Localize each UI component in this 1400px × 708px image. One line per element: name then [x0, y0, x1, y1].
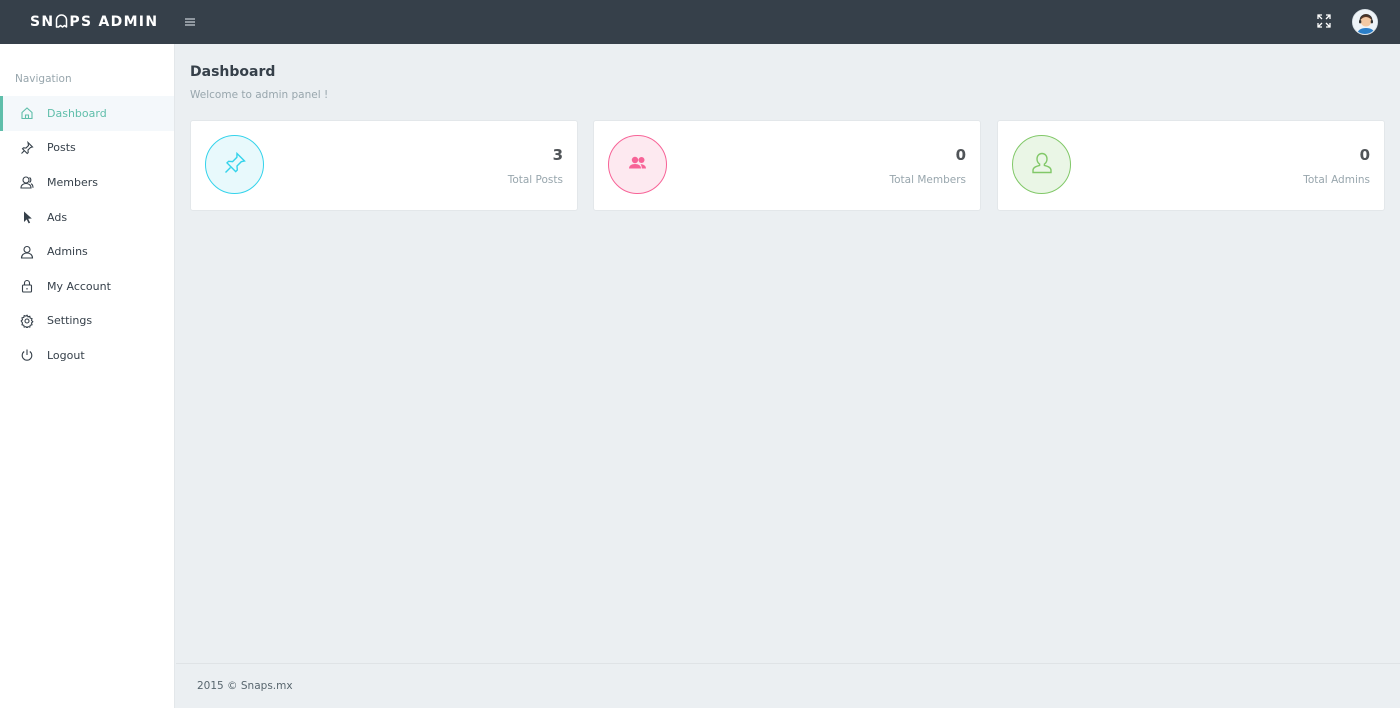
sidebar-item-label: My Account	[47, 279, 111, 293]
ghost-icon	[55, 2, 68, 46]
gear-icon	[20, 314, 34, 328]
sidebar-item-label: Dashboard	[47, 106, 107, 120]
sidebar-item-admins[interactable]: Admins	[0, 234, 174, 269]
power-icon	[20, 348, 34, 362]
page-title: Dashboard	[190, 64, 276, 80]
stat-icon-circle	[608, 135, 667, 194]
pin-icon	[223, 151, 247, 179]
hamburger-icon[interactable]	[182, 14, 198, 30]
nav-list: Dashboard Posts Members Ads Admins My Ac…	[0, 96, 174, 373]
expand-icon[interactable]	[1316, 13, 1332, 29]
stat-label: Total Admins	[1303, 174, 1370, 186]
sidebar-item-settings[interactable]: Settings	[0, 304, 174, 339]
users-icon	[626, 151, 650, 179]
stat-icon-circle	[205, 135, 264, 194]
user-icon	[1029, 150, 1055, 180]
brand-logo[interactable]: SN PS ADMIN	[30, 0, 158, 44]
stat-label: Total Posts	[507, 174, 563, 186]
stat-card-posts: 3 Total Posts	[190, 120, 578, 211]
footer-copyright: 2015 © Snaps.mx	[197, 680, 293, 692]
sidebar-item-members[interactable]: Members	[0, 165, 174, 200]
main-content: Dashboard Welcome to admin panel ! 3 Tot…	[176, 44, 1400, 664]
user-avatar[interactable]	[1352, 9, 1378, 35]
user-group-icon	[20, 175, 34, 190]
stat-value: 0	[1359, 146, 1370, 164]
stat-value: 3	[552, 146, 563, 164]
pin-icon	[20, 140, 34, 155]
nav-section-title: Navigation	[15, 73, 72, 85]
sidebar-item-logout[interactable]: Logout	[0, 338, 174, 373]
home-icon	[20, 106, 34, 120]
brand-prefix: SN	[30, 14, 55, 30]
lock-icon	[20, 279, 34, 293]
sidebar-item-label: Logout	[47, 348, 85, 362]
sidebar-item-dashboard[interactable]: Dashboard	[0, 96, 174, 131]
page-subtitle: Welcome to admin panel !	[190, 89, 329, 101]
stat-value: 0	[955, 146, 966, 164]
sidebar-item-ads[interactable]: Ads	[0, 200, 174, 235]
sidebar-item-my-account[interactable]: My Account	[0, 269, 174, 304]
stat-label: Total Members	[889, 174, 966, 186]
stat-card-members: 0 Total Members	[593, 120, 981, 211]
stat-icon-circle	[1012, 135, 1071, 194]
topbar: SN PS ADMIN	[0, 0, 1400, 44]
sidebar: Navigation Dashboard Posts Members Ads A…	[0, 44, 175, 708]
stat-card-admins: 0 Total Admins	[997, 120, 1385, 211]
sidebar-item-posts[interactable]: Posts	[0, 131, 174, 166]
user-icon	[20, 245, 34, 259]
sidebar-item-label: Ads	[47, 210, 68, 224]
sidebar-item-label: Posts	[47, 141, 76, 155]
sidebar-item-label: Admins	[47, 245, 88, 259]
footer: 2015 © Snaps.mx	[176, 663, 1400, 708]
brand-suffix: PS ADMIN	[69, 14, 159, 30]
cursor-icon	[20, 210, 34, 224]
sidebar-item-label: Members	[47, 175, 98, 189]
sidebar-item-label: Settings	[47, 314, 93, 328]
